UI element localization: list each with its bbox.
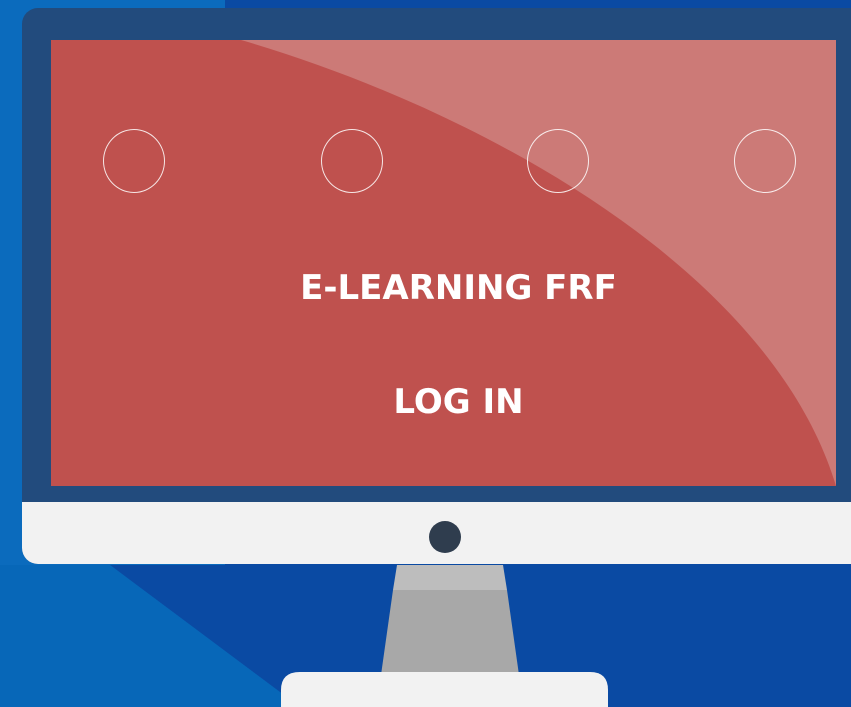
login-button[interactable]: LOG IN xyxy=(51,382,836,422)
monitor-screen: E-LEARNING FRF LOG IN xyxy=(51,40,836,486)
decor-ring-4 xyxy=(734,129,796,193)
decor-ring-1 xyxy=(103,129,165,193)
decor-ring-3 xyxy=(527,129,589,193)
decor-ring-2 xyxy=(321,129,383,193)
login-page: E-LEARNING FRF LOG IN xyxy=(0,0,851,707)
app-title: E-LEARNING FRF xyxy=(300,268,617,308)
camera-dot-icon xyxy=(429,521,461,553)
